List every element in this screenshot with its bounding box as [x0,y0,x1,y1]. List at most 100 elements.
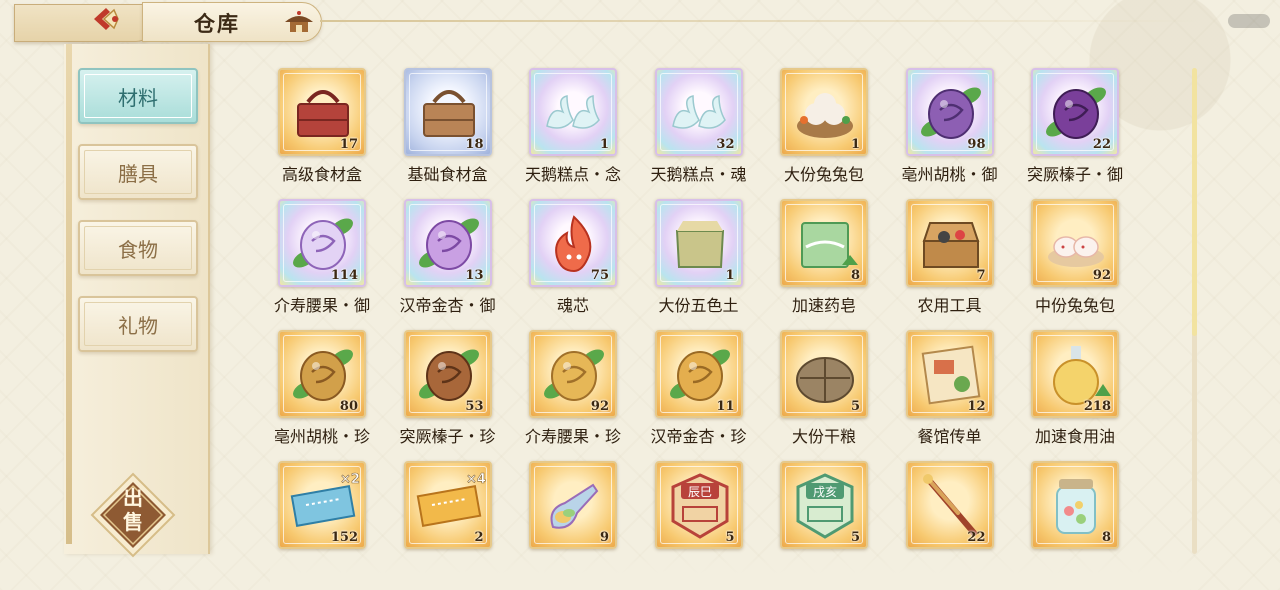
item-tile[interactable]: 22 [905,461,994,549]
item-tile[interactable]: 1 [529,68,617,156]
item-tile[interactable]: 75 [529,199,617,287]
sell-label-char-1: 出 [123,486,143,510]
inventory-item[interactable]: 17 高级食材盒 [270,66,380,188]
grid-scrollbar[interactable] [1192,68,1197,554]
inventory-item[interactable]: ×4 2 [396,459,506,556]
item-tile[interactable]: 92 [1031,199,1119,287]
item-quantity: 152 [330,530,358,545]
item-name: 汉帝金杏・珍 [650,427,747,446]
grid-bottom-fade [270,552,1190,590]
inventory-item[interactable]: 辰巳 5 [647,459,757,556]
item-quantity: 92 [1092,268,1111,283]
inventory-item[interactable]: 7 农用工具 [898,197,1008,319]
item-name: 大份兔兔包 [783,165,864,184]
pavilion-home-icon[interactable] [282,8,316,36]
inventory-item[interactable]: 8 加速药皂 [772,197,882,319]
item-quantity: 9 [599,530,609,545]
item-quantity: 8 [1101,530,1111,545]
item-tile[interactable]: 18 [403,68,492,156]
item-tile[interactable]: 13 [403,199,492,287]
item-quantity: 22 [967,530,986,545]
item-tile[interactable]: 98 [905,68,994,156]
item-tile[interactable]: 辰巳 5 [654,461,743,549]
inventory-item[interactable]: 92 中份兔兔包 [1023,197,1133,319]
item-tile[interactable]: 5 [780,330,868,418]
inventory-item[interactable]: 9 [521,459,631,556]
tab-materials[interactable]: 材料 [78,68,198,124]
inventory-item[interactable]: 114 介寿腰果・御 [270,197,380,319]
item-quantity: 32 [716,137,735,152]
item-tile[interactable]: 80 [278,330,366,418]
item-name: 介寿腰果・珍 [524,427,621,446]
item-quantity: 7 [976,268,986,283]
inventory-item[interactable]: ×2 152 [270,459,380,556]
item-name: 天鹅糕点・念 [524,165,621,184]
tab-tableware[interactable]: 膳具 [78,144,198,200]
item-name: 餐馆传单 [917,427,982,446]
item-tile[interactable]: 32 [654,68,743,156]
item-quantity: 92 [590,399,609,414]
item-tile[interactable]: 218 [1031,330,1119,418]
header-divider [320,20,1200,22]
item-quantity: 75 [590,268,609,283]
inventory-item[interactable]: 75 魂芯 [521,197,631,319]
item-tile[interactable]: 17 [278,68,366,156]
inventory-item[interactable]: 1 天鹅糕点・念 [521,66,631,188]
item-quantity: 12 [967,399,986,414]
item-tile[interactable]: 22 [1031,68,1119,156]
item-tile[interactable]: 11 [654,330,743,418]
svg-text:×4: ×4 [466,472,486,487]
inventory-item[interactable]: 22 [898,459,1008,556]
item-tile[interactable]: 53 [403,330,492,418]
inventory-grid: 17 高级食材盒 18 基础食材盒 1 天鹅糕点・念 32 天鹅糕点・魂 1 大份兔兔包 98 亳州胡… [270,66,1170,556]
item-name: 农用工具 [917,296,982,315]
sell-button-label: 出 售 [112,486,154,534]
inventory-item[interactable]: 11 汉帝金杏・珍 [647,328,757,450]
inventory-item[interactable]: 戌亥 5 [772,459,882,556]
inventory-item[interactable]: 32 天鹅糕点・魂 [647,66,757,188]
inventory-item[interactable]: 8 [1023,459,1133,556]
inventory-item[interactable]: 22 突厥榛子・御 [1023,66,1133,188]
item-tile[interactable]: 8 [1031,461,1119,549]
inventory-item[interactable]: 92 介寿腰果・珍 [521,328,631,450]
item-tile[interactable]: ×2 152 [278,461,366,549]
tab-gifts[interactable]: 礼物 [78,296,198,352]
item-tile[interactable]: 12 [905,330,994,418]
tab-food-label: 食物 [118,237,158,262]
item-tile[interactable]: 7 [905,199,994,287]
item-quantity: 1 [725,268,735,283]
item-tile[interactable]: 戌亥 5 [780,461,868,549]
item-tile[interactable]: 92 [529,330,617,418]
inventory-item[interactable]: 5 大份干粮 [772,328,882,450]
item-tile[interactable]: ×4 2 [403,461,492,549]
inventory-item[interactable]: 53 突厥榛子・珍 [396,328,506,450]
item-quantity: 11 [716,399,735,414]
item-name: 亳州胡桃・御 [901,165,998,184]
item-tile[interactable]: 1 [780,68,868,156]
inventory-item[interactable]: 80 亳州胡桃・珍 [270,328,380,450]
item-tile[interactable]: 8 [780,199,868,287]
inventory-item[interactable]: 12 餐馆传单 [898,328,1008,450]
item-quantity: 18 [465,137,484,152]
item-quantity: 17 [339,137,358,152]
item-tile[interactable]: 114 [278,199,366,287]
scrollbar-thumb[interactable] [1192,68,1197,336]
top-bar: 仓库 [0,0,1280,44]
svg-text:辰巳: 辰巳 [687,485,711,499]
inventory-item[interactable]: 218 加速食用油 [1023,328,1133,450]
inventory-item[interactable]: 1 大份兔兔包 [772,66,882,188]
item-quantity: 80 [339,399,358,414]
item-name: 加速食用油 [1034,427,1115,446]
inventory-item[interactable]: 98 亳州胡桃・御 [898,66,1008,188]
inventory-item[interactable]: 1 大份五色土 [647,197,757,319]
tab-food[interactable]: 食物 [78,220,198,276]
inventory-item[interactable]: 13 汉帝金杏・御 [396,197,506,319]
sidebar-rail [66,44,72,544]
item-tile[interactable]: 9 [529,461,617,549]
item-quantity: 114 [330,268,358,283]
item-tile[interactable]: 1 [654,199,743,287]
back-arrow-icon[interactable] [80,4,132,34]
system-menu-pill[interactable] [1228,14,1270,28]
item-quantity: 8 [850,268,860,283]
inventory-item[interactable]: 18 基础食材盒 [396,66,506,188]
